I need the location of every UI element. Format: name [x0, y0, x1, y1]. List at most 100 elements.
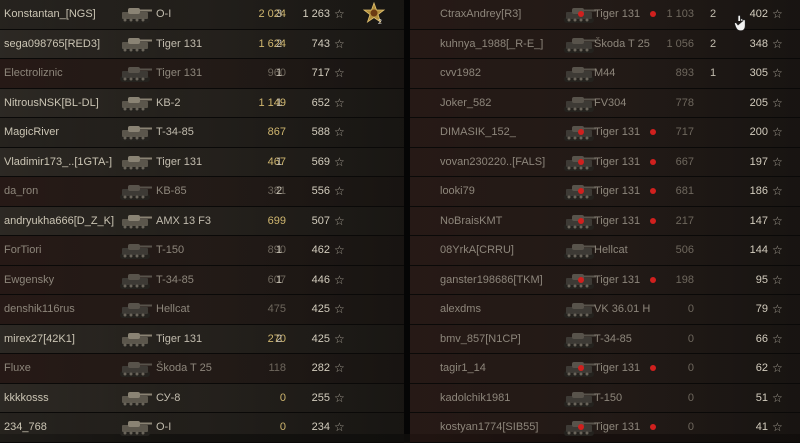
star-icon: ☆ [334, 331, 345, 346]
damage-value: 0 [687, 391, 694, 404]
damage-value: 217 [675, 214, 694, 227]
player-row[interactable]: Electroliznic Tiger 131 960 1 717 ☆ [0, 59, 404, 89]
player-row[interactable]: looki79 Tiger 131 681 186 ☆ [410, 177, 800, 207]
player-row[interactable]: bmv_857[N1CP] T-34-85 0 66 ☆ [410, 324, 800, 354]
player-row[interactable]: kadolchik1981 T-150 0 51 ☆ [410, 383, 800, 413]
player-name[interactable]: kuhnya_1988[_R-E_] [440, 30, 580, 59]
player-name[interactable]: da_ron [4, 177, 120, 206]
xp-value: 186 [749, 185, 768, 197]
tank-name: AMX 13 F3 [156, 214, 212, 227]
player-name[interactable]: bmv_857[N1CP] [440, 325, 580, 354]
tank-name: O-I [156, 421, 172, 433]
player-row[interactable]: denshik116rus Hellcat 475 425 ☆ [0, 295, 404, 325]
player-name[interactable]: Fluxe [4, 354, 120, 383]
destroyed-marker-icon [578, 188, 584, 194]
tank-name: Tiger 131 [156, 37, 203, 50]
player-name[interactable]: ForTiori [4, 236, 120, 265]
player-row[interactable]: alexdms VK 36.01 H 0 79 ☆ [410, 295, 800, 325]
medal-icon: 2 [362, 2, 386, 26]
player-row[interactable]: sega098765[RED3] Tiger 131 1 624 2 743 ☆ [0, 29, 404, 59]
player-name[interactable]: NoBraisKMT [440, 207, 580, 236]
player-name[interactable]: 08YrkA[CRRU] [440, 236, 580, 265]
player-row[interactable]: MagicRiver T-34-85 867 588 ☆ [0, 118, 404, 148]
player-row[interactable]: kuhnya_1988[_R-E_] Škoda T 25 1 056 2 348 ☆ [410, 29, 800, 59]
tank-icon [562, 33, 598, 55]
damage-value: 475 [267, 303, 286, 315]
tank-icon [118, 387, 154, 409]
player-name[interactable]: alexdms [440, 295, 580, 324]
damage-value: 0 [279, 391, 286, 404]
xp-value: 588 [311, 126, 330, 138]
player-name[interactable]: tagir1_14 [440, 354, 580, 383]
player-name[interactable]: Ewgensky [4, 266, 120, 295]
player-row[interactable]: andryukha666[D_Z_K] AMX 13 F3 699 507 ☆ [0, 206, 404, 236]
destroyed-marker-icon [578, 158, 584, 165]
player-row[interactable]: vovan230220..[FALS] Tiger 131 667 197 ☆ [410, 147, 800, 177]
player-name[interactable]: kostyan1774[SIB55] [440, 413, 580, 442]
player-row[interactable]: DIMASIK_152_ Tiger 131 717 200 ☆ [410, 118, 800, 148]
xp-value: 348 [749, 37, 768, 50]
team-left-list: Konstantan_[NGS] O-I 2 024 3 1 263 ☆ 2 sega0987… [0, 0, 404, 443]
player-row[interactable]: ganster198686[TKM] Tiger 131 198 95 ☆ [410, 265, 800, 295]
destroyed-marker-icon [578, 11, 584, 17]
player-row[interactable]: NitrousNSK[BL-DL] KB-2 1 149 1 652 ☆ [0, 88, 404, 118]
player-row[interactable]: 08YrkA[CRRU] Hellcat 506 144 ☆ [410, 236, 800, 266]
xp-value: 462 [311, 244, 330, 256]
star-icon: ☆ [772, 361, 783, 375]
player-row[interactable]: CtraxAndrey[R3] Tiger 131 1 103 2 402 ☆ [410, 0, 800, 32]
tank-name: T-34-85 [156, 126, 194, 138]
player-name[interactable]: Electroliznic [4, 59, 120, 88]
star-icon: ☆ [334, 95, 345, 110]
player-row[interactable]: da_ron KB-85 381 2 556 ☆ [0, 177, 404, 207]
player-name[interactable]: Joker_582 [440, 89, 580, 118]
player-name[interactable]: vovan230220..[FALS] [440, 148, 580, 177]
player-name[interactable]: kadolchik1981 [440, 384, 580, 413]
player-name[interactable]: Konstantan_[NGS] [4, 0, 120, 29]
player-name[interactable]: CtraxAndrey[R3] [440, 0, 580, 29]
player-row[interactable]: NoBraisKMT Tiger 131 217 147 ☆ [410, 206, 800, 236]
tank-icon [562, 387, 598, 409]
player-row[interactable]: Ewgensky T-34-85 607 1 446 ☆ [0, 265, 404, 295]
player-row[interactable]: kostyan1774[SIB55] Tiger 131 0 41 ☆ [410, 413, 800, 443]
battle-results-board: Konstantan_[NGS] O-I 2 024 3 1 263 ☆ 2 sega0987… [0, 0, 800, 443]
player-name[interactable]: 234_768 [4, 413, 120, 442]
damage-value: 867 [267, 126, 286, 138]
player-name[interactable]: DIMASIK_152_ [440, 118, 580, 147]
player-name[interactable]: Vladimir173_..[1GTA-] [4, 148, 120, 177]
player-row[interactable]: Vladimir173_..[1GTA-] Tiger 131 467 1 569 ☆ [0, 147, 404, 177]
damage-value: 0 [687, 362, 694, 374]
player-name[interactable]: looki79 [440, 177, 580, 206]
star-icon: ☆ [334, 390, 345, 405]
player-name[interactable]: mirex27[42K1] [4, 325, 120, 354]
player-row[interactable]: 234_768 O-I 0 234 ☆ [0, 413, 404, 443]
player-row[interactable]: tagir1_14 Tiger 131 0 62 ☆ [410, 354, 800, 384]
destroyed-marker-icon [578, 276, 584, 283]
star-icon: ☆ [772, 154, 783, 169]
destroyed-marker-icon [578, 129, 584, 135]
damage-value: 893 [675, 67, 694, 79]
player-name[interactable]: sega098765[RED3] [4, 30, 120, 59]
kills-value: 2 [275, 37, 283, 50]
tank-icon [118, 269, 154, 291]
player-name[interactable]: cvv1982 [440, 59, 580, 88]
player-name[interactable]: NitrousNSK[BL-DL] [4, 89, 120, 118]
player-name[interactable]: andryukha666[D_Z_K] [4, 207, 120, 236]
player-row[interactable]: Konstantan_[NGS] O-I 2 024 3 1 263 ☆ 2 [0, 0, 404, 30]
tank-icon [118, 3, 154, 25]
player-row[interactable]: mirex27[42K1] Tiger 131 270 2 425 ☆ [0, 324, 404, 354]
player-row[interactable]: Joker_582 FV304 778 205 ☆ [410, 88, 800, 118]
player-row[interactable]: kkkkosss СУ-8 0 255 ☆ [0, 383, 404, 413]
xp-value: 556 [311, 185, 330, 197]
player-row[interactable]: cvv1982 M44 893 1 305 ☆ [410, 59, 800, 89]
tank-icon [562, 92, 598, 114]
player-name[interactable]: kkkkosss [4, 384, 120, 413]
player-name[interactable]: ganster198686[TKM] [440, 266, 580, 295]
star-icon: ☆ [334, 272, 345, 287]
player-name[interactable]: denshik116rus [4, 295, 120, 324]
player-row[interactable]: ForTiori T-150 890 1 462 ☆ [0, 236, 404, 266]
star-icon: ☆ [334, 243, 345, 257]
xp-value: 205 [749, 96, 768, 109]
tank-icon [562, 239, 598, 261]
player-name[interactable]: MagicRiver [4, 118, 120, 147]
player-row[interactable]: Fluxe Škoda T 25 118 282 ☆ [0, 354, 404, 384]
